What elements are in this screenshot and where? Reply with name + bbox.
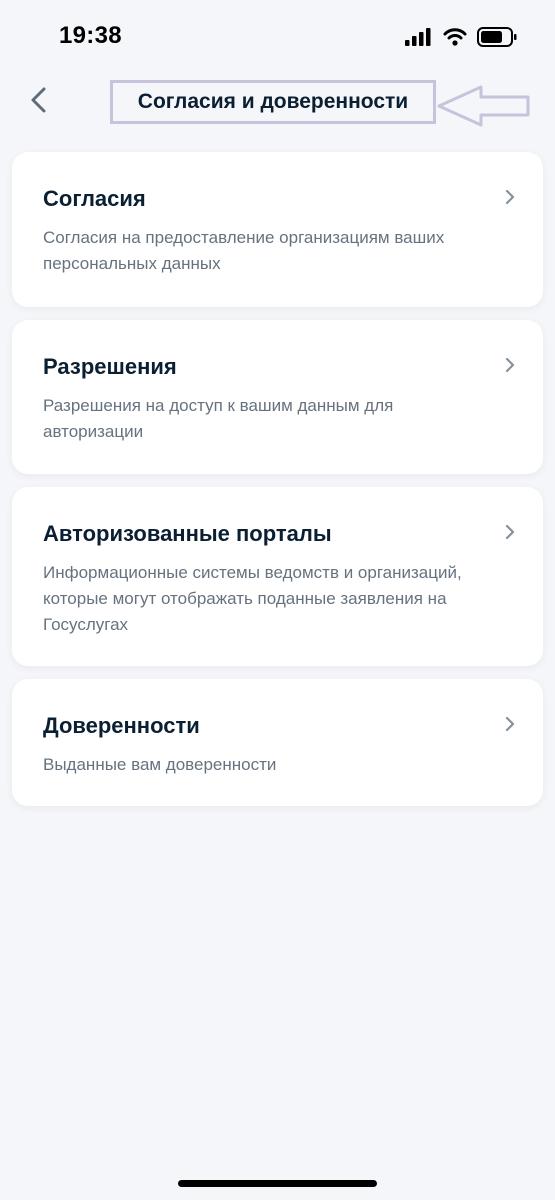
title-highlight-box: Согласия и доверенности (110, 80, 436, 124)
card-title: Авторизованные порталы (43, 521, 332, 546)
card-title: Согласия (43, 186, 146, 211)
menu-list: Согласия Согласия на предоставление орга… (12, 152, 543, 819)
battery-icon (477, 27, 517, 47)
card-title: Доверенности (43, 713, 200, 738)
card-description: Выданные вам доверенности (43, 755, 277, 774)
cellular-signal-icon (405, 28, 431, 46)
card-description: Разрешения на доступ к вашим данным для … (43, 396, 394, 441)
status-bar: 19:38 (0, 0, 555, 70)
wifi-icon (443, 28, 467, 46)
card-permissions[interactable]: Разрешения Разрешения на доступ к вашим … (12, 320, 543, 474)
card-description: Согласия на предоставление организациям … (43, 228, 445, 273)
card-authorized-portals[interactable]: Авторизованные порталы Информационные си… (12, 487, 543, 666)
status-time: 19:38 (59, 22, 122, 49)
status-icons (405, 27, 517, 47)
card-title: Разрешения (43, 354, 177, 379)
annotation-arrow-icon (437, 85, 530, 127)
chevron-right-icon (505, 357, 515, 373)
chevron-right-icon (505, 716, 515, 732)
back-button[interactable] (22, 82, 58, 118)
card-powers-of-attorney[interactable]: Доверенности Выданные вам доверенности (12, 679, 543, 806)
chevron-right-icon (505, 524, 515, 540)
page-title: Согласия и доверенности (137, 90, 409, 113)
card-description: Информационные системы ведомств и органи… (43, 563, 462, 634)
card-consents[interactable]: Согласия Согласия на предоставление орга… (12, 152, 543, 307)
header: Согласия и доверенности (0, 70, 555, 140)
chevron-left-icon (31, 87, 46, 113)
home-indicator[interactable] (178, 1180, 377, 1187)
chevron-right-icon (505, 189, 515, 205)
